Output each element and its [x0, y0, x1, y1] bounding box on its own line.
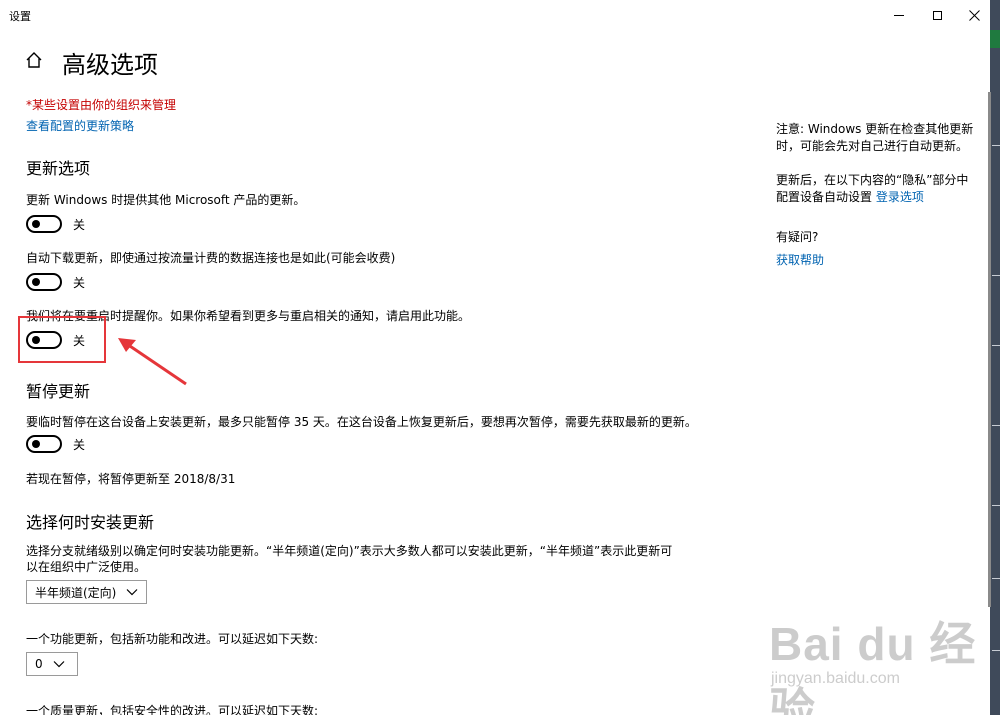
question-heading: 有疑问? — [776, 230, 819, 244]
other-products-toggle-row: 关 — [26, 213, 85, 235]
branch-readiness-value: 半年频道(定向) — [35, 585, 117, 600]
page-title: 高级选项 — [62, 51, 158, 79]
watermark-logo-text: Bai du 经验 — [769, 618, 977, 715]
install-timing-heading: 选择何时安装更新 — [26, 513, 155, 532]
minimize-icon — [894, 14, 904, 16]
side-privacy: 更新后，在以下内容的“隐私”部分中 配置设备自动设置 登录选项 — [776, 172, 981, 206]
home-icon[interactable] — [25, 51, 43, 69]
chevron-down-icon — [126, 589, 138, 596]
background-tick — [992, 578, 1000, 579]
quality-defer-label: 一个质量更新，包括安全性的改进。可以延迟如下天数: — [26, 704, 319, 715]
sign-in-options-link[interactable]: 登录选项 — [876, 190, 924, 204]
chevron-down-icon — [53, 661, 65, 668]
pause-until-note: 若现在暂停，将暂停更新至 2018/8/31 — [26, 472, 236, 486]
toggle-state-label: 关 — [73, 275, 86, 290]
toggle-knob — [32, 440, 40, 448]
pause-updates-toggle[interactable] — [26, 435, 62, 453]
feature-defer-label: 一个功能更新，包括新功能和改进。可以延迟如下天数: — [26, 632, 319, 646]
branch-readiness-description-line2: 以在组织中广泛使用。 — [26, 560, 147, 574]
background-tick — [992, 145, 1000, 146]
update-options-heading: 更新选项 — [26, 159, 91, 178]
title-bar: 设置 — [0, 0, 990, 30]
branch-readiness-description-line1: 选择分支就绪级别以确定何时安装功能更新。“半年频道(定向)”表示大多数人都可以安… — [26, 544, 673, 558]
background-tick — [992, 650, 1000, 651]
window-title: 设置 — [9, 10, 31, 23]
background-tick — [992, 345, 1000, 346]
feature-defer-value: 0 — [35, 657, 43, 671]
side-note: 注意: Windows 更新在检查其他更新 时，可能会先对自己进行自动更新。 — [776, 121, 981, 155]
toggle-state-label: 关 — [73, 437, 86, 452]
side-privacy-line2: 配置设备自动设置 登录选项 — [776, 189, 981, 206]
side-note-line2: 时，可能会先对自己进行自动更新。 — [776, 139, 969, 153]
toggle-state-label: 关 — [73, 217, 86, 232]
toggle-knob — [32, 278, 40, 286]
other-products-description: 更新 Windows 时提供其他 Microsoft 产品的更新。 — [26, 193, 306, 207]
background-tick — [992, 425, 1000, 426]
metered-download-toggle-row: 关 — [26, 271, 85, 293]
side-privacy-line1: 更新后，在以下内容的“隐私”部分中 — [776, 173, 969, 187]
background-tick — [992, 275, 1000, 276]
managed-by-org-notice: *某些设置由你的组织来管理 — [26, 98, 177, 112]
metered-download-description: 自动下载更新，即使通过按流量计费的数据连接也是如此(可能会收费) — [26, 251, 396, 265]
branch-readiness-select[interactable]: 半年频道(定向) — [26, 580, 148, 604]
side-note-line1: 注意: Windows 更新在检查其他更新 — [776, 122, 974, 136]
pause-updates-heading: 暂停更新 — [26, 382, 91, 401]
scrollbar-thumb[interactable] — [988, 92, 991, 607]
pause-updates-description: 要临时暂停在这台设备上安装更新，最多只能暂停 35 天。在这台设备上恢复更新后，… — [26, 415, 697, 429]
close-icon — [968, 9, 980, 21]
baidu-watermark: Bai du 经验 jingyan.baidu.com — [765, 600, 990, 715]
feature-defer-select[interactable]: 0 — [26, 652, 78, 676]
annotation-highlight-box — [18, 316, 106, 363]
maximize-icon — [932, 10, 942, 20]
annotation-arrow-icon — [118, 338, 187, 386]
watermark-url: jingyan.baidu.com — [771, 670, 900, 687]
pause-updates-toggle-row: 关 — [26, 433, 85, 455]
get-help-link[interactable]: 获取帮助 — [776, 252, 981, 269]
metered-download-toggle[interactable] — [26, 273, 62, 291]
background-tick — [992, 505, 1000, 506]
view-policies-link[interactable]: 查看配置的更新策略 — [26, 117, 134, 134]
other-products-toggle[interactable] — [26, 215, 62, 233]
side-privacy-text: 配置设备自动设置 — [776, 190, 876, 204]
toggle-knob — [32, 220, 40, 228]
